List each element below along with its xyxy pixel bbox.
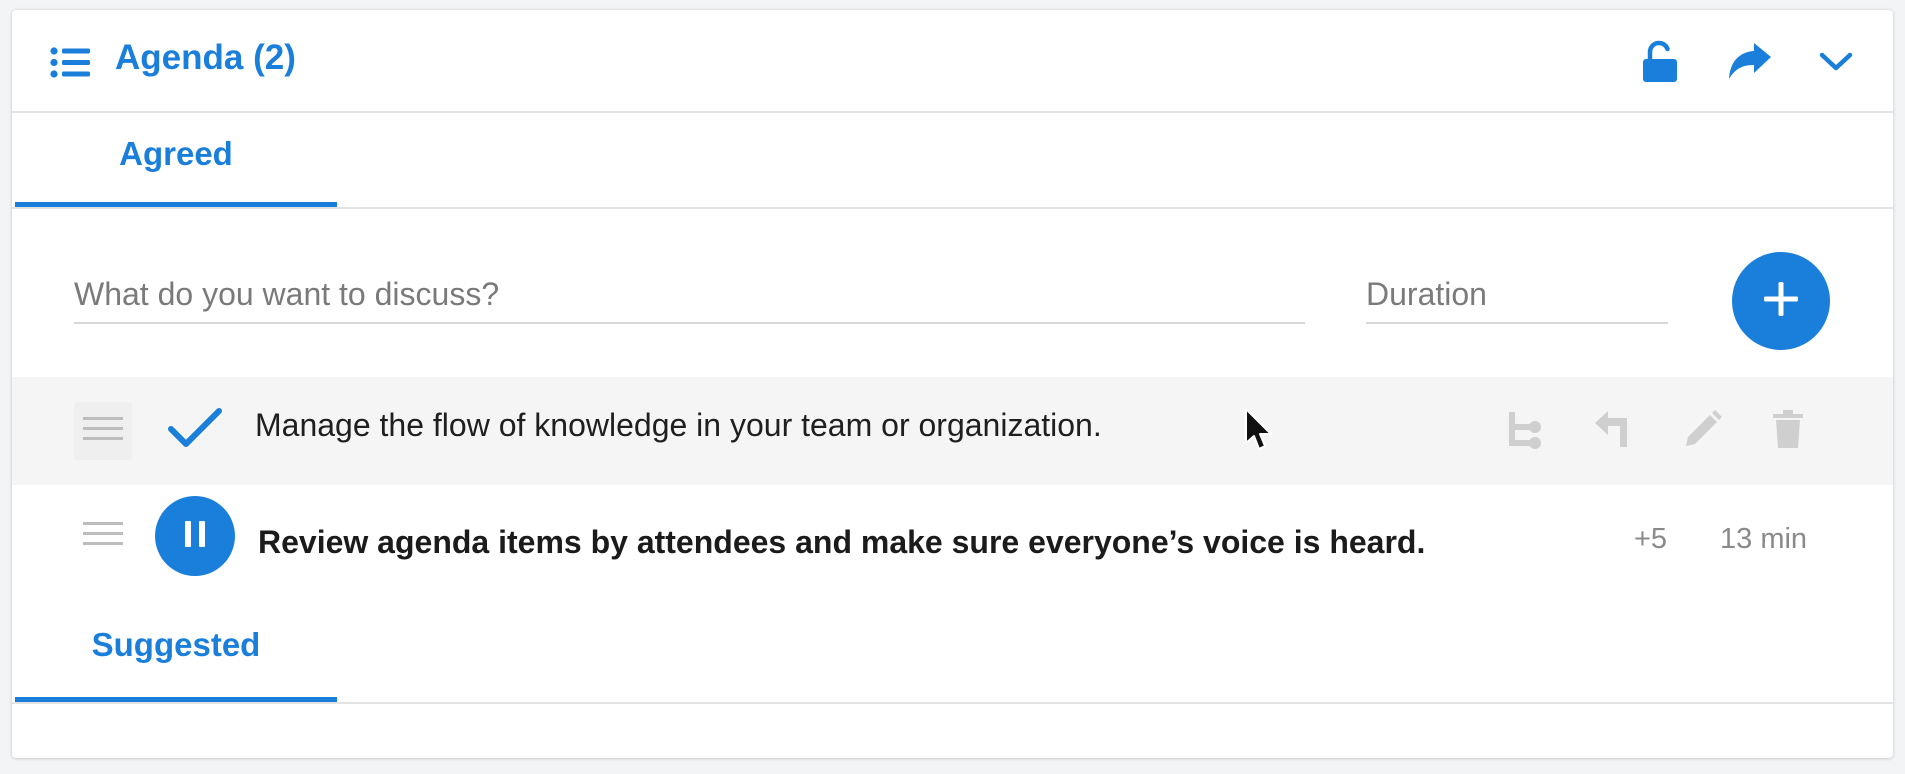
drag-handle-icon [83, 414, 123, 449]
list-icon [50, 44, 92, 86]
edit-icon [1683, 409, 1723, 454]
tab-agreed[interactable]: Agreed [15, 113, 337, 207]
pause-button[interactable] [155, 496, 235, 576]
agenda-item-text: Review agenda items by attendees and mak… [258, 524, 1426, 560]
agenda-item[interactable]: Manage the flow of knowledge in your tea… [12, 377, 1893, 485]
agenda-header: Agenda (2) [12, 10, 1893, 113]
tab-suggested-label: Suggested [91, 626, 261, 663]
item-duration: 13 min [1720, 523, 1808, 555]
reply-icon [1593, 409, 1633, 454]
agenda-item[interactable]: Review agenda items by attendees and mak… [12, 485, 1893, 595]
pause-icon [183, 520, 207, 553]
tab-agreed-label: Agreed [119, 135, 233, 172]
vote-count: +5 [1634, 523, 1668, 555]
subitem-icon [1506, 409, 1546, 454]
drag-handle[interactable] [74, 402, 132, 460]
edit-button[interactable] [1679, 407, 1727, 455]
tab-suggested[interactable]: Suggested [15, 610, 337, 702]
share-button[interactable] [1726, 40, 1774, 88]
add-item-button[interactable] [1732, 252, 1830, 350]
agenda-item-text: Manage the flow of knowledge in your tea… [255, 407, 1102, 443]
chevron-down-icon [1819, 51, 1853, 78]
trash-icon [1772, 409, 1804, 454]
check-icon [167, 407, 223, 454]
share-forward-icon [1727, 42, 1773, 87]
add-subitem-button[interactable] [1502, 407, 1550, 455]
suggested-tabbar: Suggested [12, 610, 1893, 704]
plus-icon [1761, 279, 1801, 324]
lock-button[interactable] [1636, 40, 1684, 88]
collapse-button[interactable] [1812, 40, 1860, 88]
drag-handle[interactable] [74, 507, 132, 565]
agenda-card: Agenda (2) Agreed What do you want to di… [12, 10, 1893, 758]
drag-handle-icon [83, 519, 123, 554]
topic-input[interactable] [74, 266, 1305, 324]
duration-input[interactable] [1366, 266, 1668, 324]
reply-button[interactable] [1589, 407, 1637, 455]
agenda-title: Agenda (2) [115, 38, 296, 77]
agreed-tabbar: Agreed [12, 113, 1893, 209]
unlock-icon [1640, 40, 1680, 89]
delete-button[interactable] [1764, 407, 1812, 455]
